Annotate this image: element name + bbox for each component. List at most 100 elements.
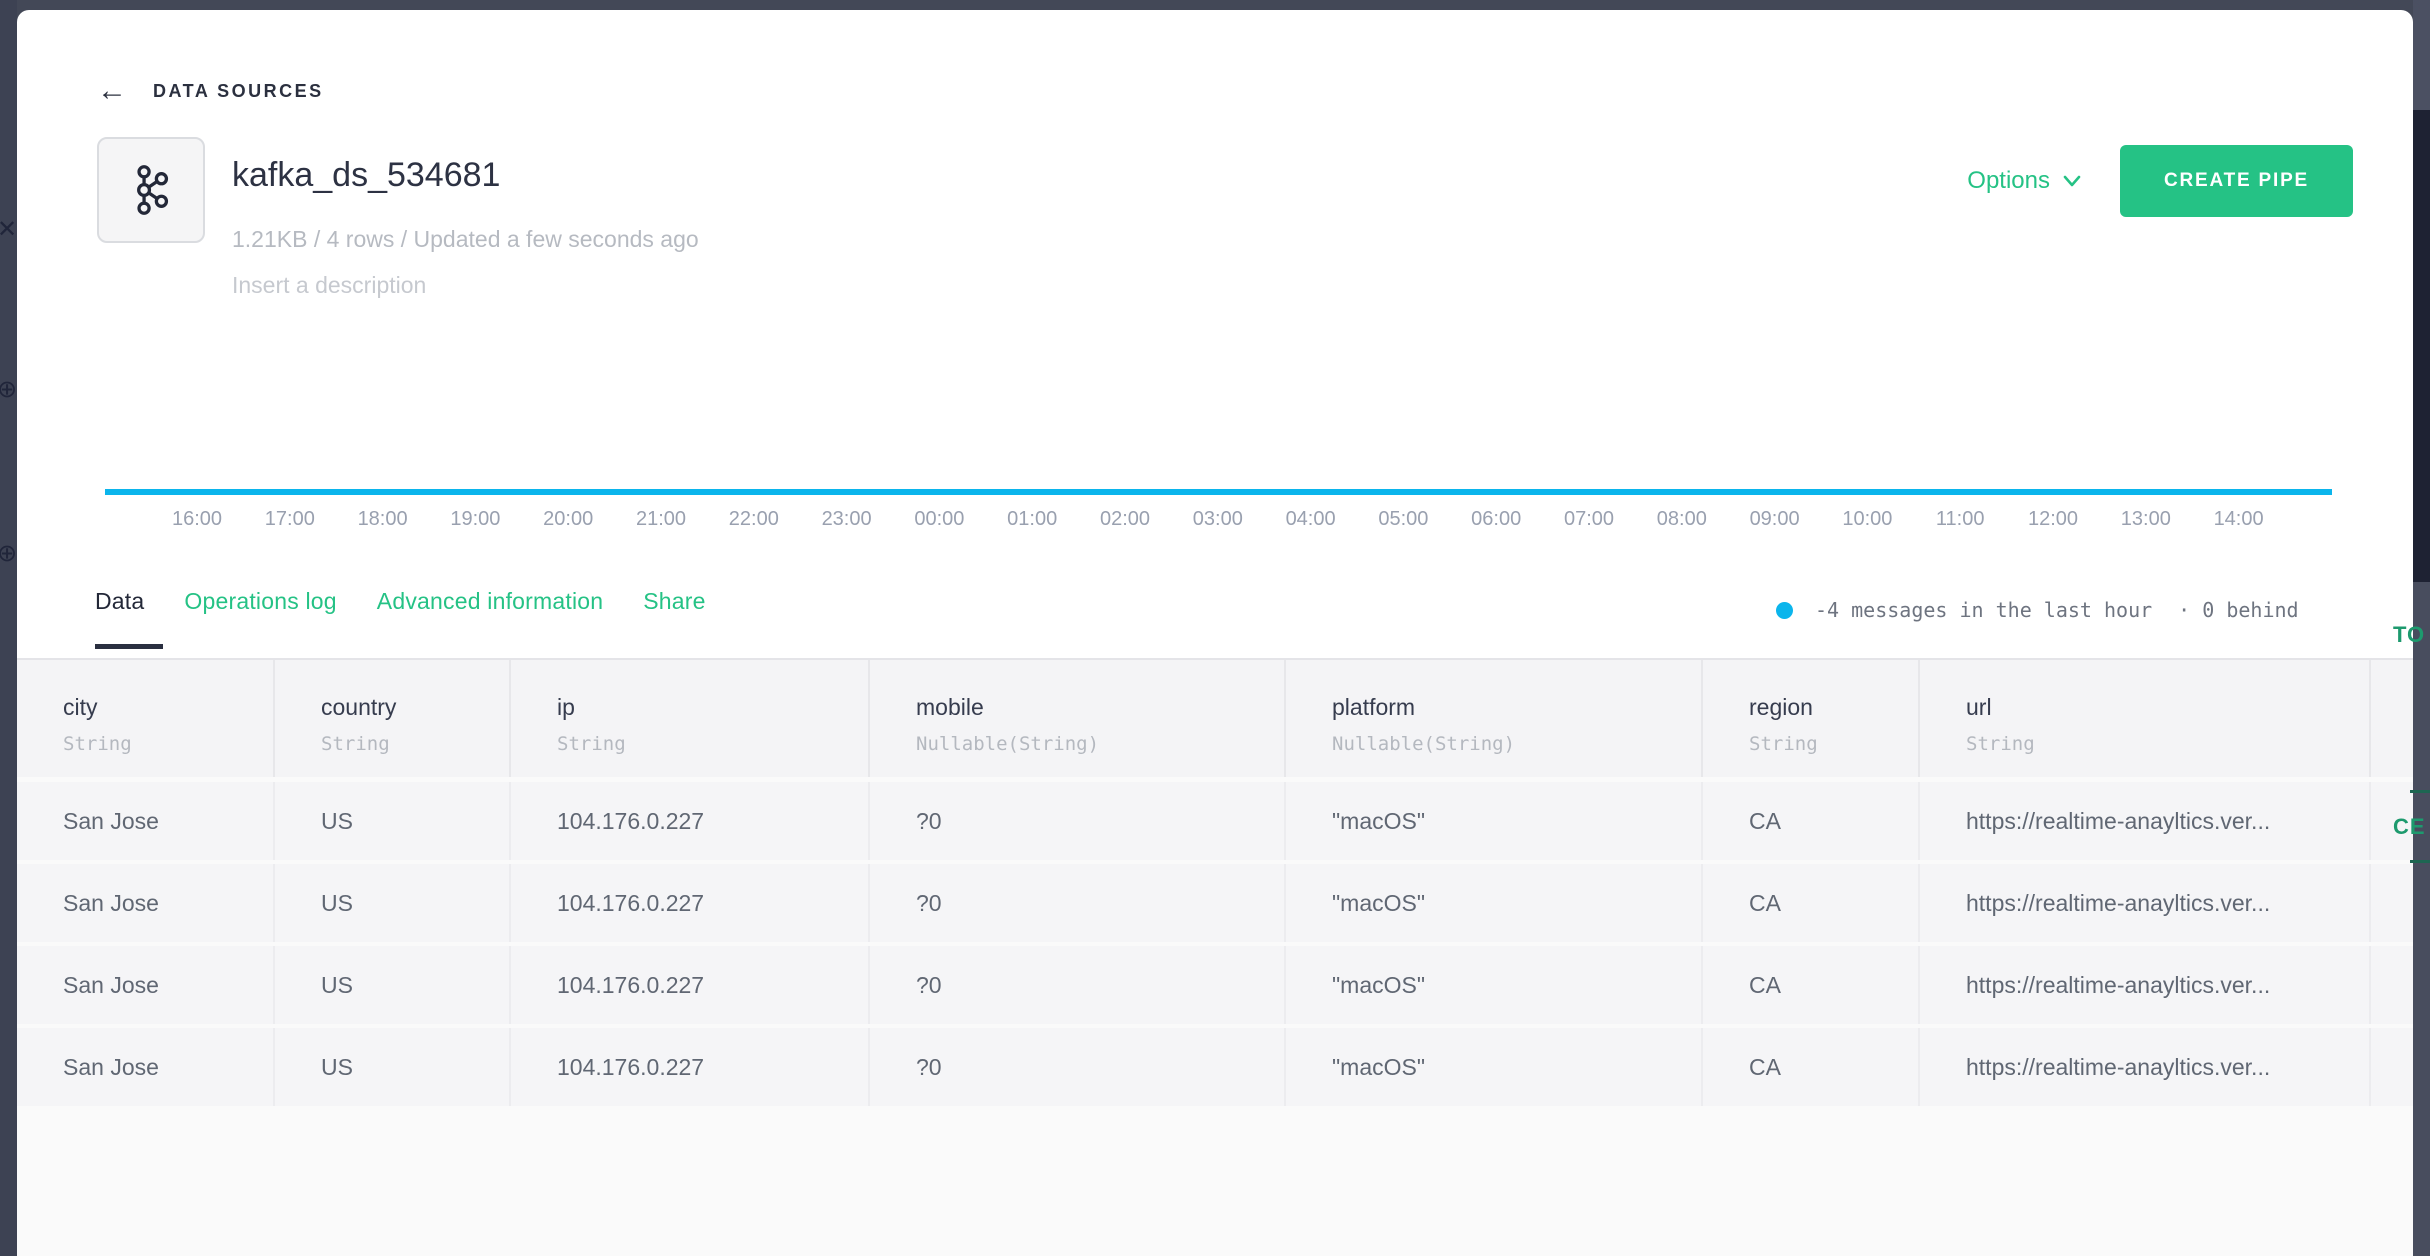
column-type: String bbox=[1966, 733, 2369, 755]
time-tick-label: 05:00 bbox=[1353, 508, 1453, 531]
cell-platform: "macOS" bbox=[1284, 946, 1701, 1024]
column-name: region bbox=[1749, 694, 1918, 721]
status-dot-icon bbox=[1776, 602, 1793, 619]
time-tick-label: 16:00 bbox=[147, 508, 247, 531]
time-tick-label: 04:00 bbox=[1261, 508, 1361, 531]
kafka-icon bbox=[129, 164, 173, 216]
column-header-region[interactable]: region String bbox=[1701, 660, 1918, 777]
clipped-green-text: TO bbox=[2393, 624, 2425, 646]
column-header-url[interactable]: url String bbox=[1918, 660, 2369, 777]
tab-operations-log[interactable]: Operations log bbox=[184, 588, 336, 615]
table-header-row: cityStringcountryStringipStringmobileNul… bbox=[17, 658, 2430, 777]
cell-ip: 104.176.0.227 bbox=[509, 782, 868, 860]
right-edge-bottom bbox=[2413, 582, 2430, 1256]
cell-country: US bbox=[273, 1028, 509, 1106]
column-type: String bbox=[321, 733, 509, 755]
time-tick-label: 20:00 bbox=[518, 508, 618, 531]
column-header-city[interactable]: city String bbox=[17, 660, 273, 777]
tab-bar: Data Operations log Advanced information Sh… bbox=[95, 588, 706, 615]
options-dropdown[interactable]: Options bbox=[1967, 167, 2082, 195]
table-row[interactable]: San JoseUS104.176.0.227?0"macOS"CAhttps:… bbox=[17, 946, 2430, 1024]
cell-country: US bbox=[273, 782, 509, 860]
cell-mobile: ?0 bbox=[868, 946, 1284, 1024]
description-placeholder[interactable]: Insert a description bbox=[232, 272, 426, 299]
time-tick-label: 18:00 bbox=[333, 508, 433, 531]
behind-status: · 0 behind bbox=[2178, 598, 2298, 622]
cell-platform: "macOS" bbox=[1284, 864, 1701, 942]
cell-url: https://realtime-anayltics.ver... bbox=[1918, 1028, 2369, 1106]
right-edge-top bbox=[2413, 0, 2430, 110]
options-label: Options bbox=[1967, 167, 2050, 195]
column-header-ip[interactable]: ipString bbox=[509, 660, 868, 777]
column-name: city bbox=[63, 694, 273, 721]
table-row[interactable]: San JoseUS104.176.0.227?0"macOS"CAhttps:… bbox=[17, 782, 2430, 860]
cell-url: https://realtime-anayltics.ver... bbox=[1918, 864, 2369, 942]
data-preview-table: cityStringcountryStringipStringmobileNul… bbox=[17, 658, 2430, 1256]
time-tick-label: 10:00 bbox=[1817, 508, 1917, 531]
time-tick-label: 21:00 bbox=[611, 508, 711, 531]
time-tick-label: 01:00 bbox=[982, 508, 1082, 531]
breadcrumb: ← DATA SOURCES bbox=[97, 76, 324, 106]
column-name: url bbox=[1966, 694, 2369, 721]
time-tick-label: 17:00 bbox=[240, 508, 340, 531]
add-circle-icon[interactable]: ⊕ bbox=[0, 378, 17, 402]
cell-city: San Jose bbox=[17, 1028, 273, 1106]
cell-mobile: ?0 bbox=[868, 782, 1284, 860]
column-type: String bbox=[63, 733, 273, 755]
cell-mobile: ?0 bbox=[868, 864, 1284, 942]
cell-url: https://realtime-anayltics.ver... bbox=[1918, 946, 2369, 1024]
time-tick-label: 09:00 bbox=[1725, 508, 1825, 531]
time-tick-label: 12:00 bbox=[2003, 508, 2103, 531]
datasource-meta: 1.21KB / 4 rows / Updated a few seconds … bbox=[232, 226, 699, 253]
time-tick-label: 07:00 bbox=[1539, 508, 1639, 531]
messages-status: -4 messages in the last hour bbox=[1815, 598, 2152, 622]
time-tick-label: 23:00 bbox=[797, 508, 897, 531]
time-tick-label: 02:00 bbox=[1075, 508, 1175, 531]
datasource-type-badge bbox=[97, 137, 205, 243]
background-right-panel-edge: TO CE bbox=[2413, 0, 2430, 1256]
datasource-name[interactable]: kafka_ds_534681 bbox=[232, 156, 500, 195]
column-type: String bbox=[557, 733, 868, 755]
cell-mobile: ?0 bbox=[868, 1028, 1284, 1106]
column-header-country[interactable]: countryString bbox=[273, 660, 509, 777]
close-icon[interactable]: ✕ bbox=[0, 218, 17, 242]
back-arrow-icon[interactable]: ← bbox=[97, 76, 127, 106]
chevron-down-icon bbox=[2062, 174, 2082, 188]
active-tab-underline bbox=[95, 644, 163, 649]
tab-advanced-information[interactable]: Advanced information bbox=[377, 588, 603, 615]
header-actions: Options CREATE PIPE bbox=[1967, 145, 2353, 217]
time-tick-label: 03:00 bbox=[1168, 508, 1268, 531]
column-header-mobile[interactable]: mobileNullable(String) bbox=[868, 660, 1284, 777]
time-tick-label: 08:00 bbox=[1632, 508, 1732, 531]
time-tick-label: 22:00 bbox=[704, 508, 804, 531]
cell-region: CA bbox=[1701, 1028, 1918, 1106]
column-name: platform bbox=[1332, 694, 1701, 721]
clipped-green-rule bbox=[2410, 790, 2430, 793]
timeline-axis: 16:0017:0018:0019:0020:0021:0022:0023:00… bbox=[17, 508, 2413, 538]
ingestion-rate-line bbox=[105, 489, 2332, 495]
cell-ip: 104.176.0.227 bbox=[509, 946, 868, 1024]
time-tick-label: 00:00 bbox=[889, 508, 989, 531]
kafka-status: -4 messages in the last hour · 0 behind bbox=[1776, 598, 2299, 622]
data-sources-back-link[interactable]: DATA SOURCES bbox=[153, 81, 324, 102]
cell-platform: "macOS" bbox=[1284, 1028, 1701, 1106]
column-type: String bbox=[1749, 733, 1918, 755]
table-row[interactable]: San JoseUS104.176.0.227?0"macOS"CAhttps:… bbox=[17, 864, 2430, 942]
column-type: Nullable(String) bbox=[1332, 733, 1701, 755]
cell-country: US bbox=[273, 946, 509, 1024]
tab-share[interactable]: Share bbox=[643, 588, 705, 615]
table-row[interactable]: San JoseUS104.176.0.227?0"macOS"CAhttps:… bbox=[17, 1028, 2430, 1106]
column-header-platform[interactable]: platform Nullable(String) bbox=[1284, 660, 1701, 777]
cell-platform: "macOS" bbox=[1284, 782, 1701, 860]
create-pipe-button[interactable]: CREATE PIPE bbox=[2120, 145, 2353, 217]
clipped-green-text: CE bbox=[2393, 816, 2426, 838]
tab-data[interactable]: Data bbox=[95, 588, 144, 615]
time-tick-label: 19:00 bbox=[425, 508, 525, 531]
cell-region: CA bbox=[1701, 782, 1918, 860]
time-tick-label: 11:00 bbox=[1910, 508, 2010, 531]
time-tick-label: 14:00 bbox=[2189, 508, 2289, 531]
cell-region: CA bbox=[1701, 946, 1918, 1024]
add-circle-icon[interactable]: ⊕ bbox=[0, 542, 17, 566]
cell-city: San Jose bbox=[17, 946, 273, 1024]
cell-ip: 104.176.0.227 bbox=[509, 1028, 868, 1106]
